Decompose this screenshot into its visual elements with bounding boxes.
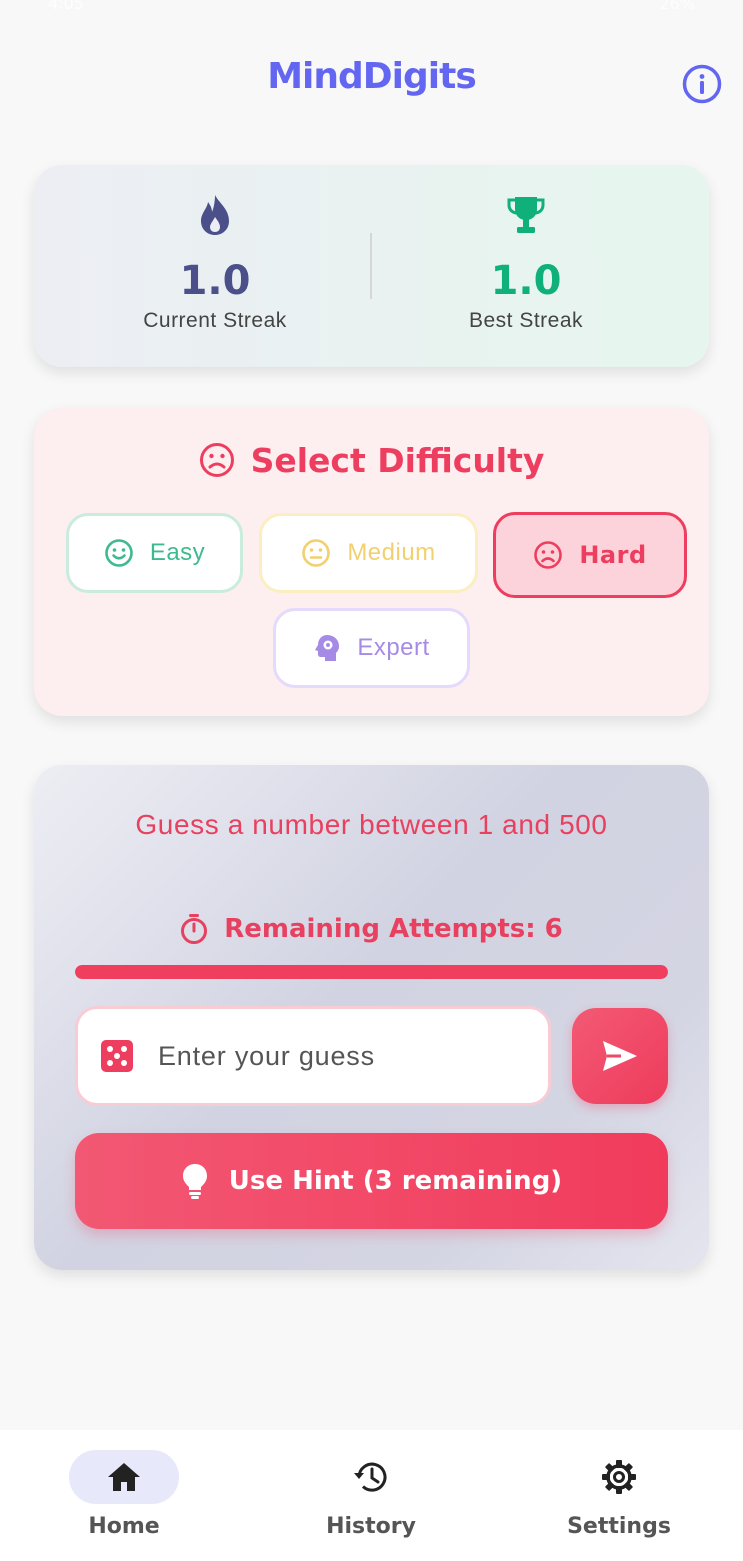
battery-level: 26%	[659, 0, 695, 13]
range-text: Guess a number between 1 and 500	[135, 809, 608, 840]
neutral-face-icon	[302, 539, 331, 567]
best-streak-value: 1.0	[490, 258, 562, 304]
nav-item-home[interactable]: Home	[44, 1450, 204, 1539]
use-hint-button[interactable]: Use Hint (3 remaining)	[75, 1133, 668, 1229]
best-streak-label: Best Streak	[468, 309, 584, 332]
nav-home-indicator	[69, 1450, 179, 1504]
difficulty-expert-label: Expert	[357, 634, 430, 661]
dice-icon	[101, 1040, 133, 1072]
sad-face-icon	[199, 443, 234, 477]
hint-label: Use Hint (3 remaining)	[228, 1166, 563, 1196]
difficulty-header: Select Difficulty	[34, 438, 709, 482]
current-streak: 1.0 Current Streak	[60, 193, 370, 333]
streak-card: 1.0 Current Streak 1.0 Best Streak	[34, 165, 709, 367]
home-icon	[108, 1463, 140, 1491]
remaining-attempts: Remaining Attempts: 6	[224, 914, 563, 944]
guess-input[interactable]	[158, 1040, 538, 1072]
timer-icon	[181, 914, 208, 944]
bottom-navigation: Home History Settings	[0, 1430, 743, 1561]
difficulty-medium-label: Medium	[347, 539, 436, 566]
lightbulb-icon	[182, 1164, 207, 1199]
flame-icon	[201, 195, 229, 235]
info-icon	[682, 64, 722, 104]
nav-home-label: Home	[88, 1514, 160, 1539]
nav-history-label: History	[326, 1514, 416, 1539]
difficulty-easy-button[interactable]: Easy	[66, 513, 243, 593]
attempts-progress-fill	[75, 965, 668, 979]
difficulty-card: Select Difficulty Easy Medium Hard Exper…	[34, 408, 709, 716]
current-streak-value: 1.0	[179, 258, 251, 304]
difficulty-expert-button[interactable]: Expert	[273, 608, 470, 688]
gear-icon	[602, 1460, 636, 1494]
smile-icon	[105, 539, 133, 567]
submit-guess-button[interactable]	[572, 1008, 668, 1104]
difficulty-hard-label: Hard	[579, 541, 647, 569]
nav-item-history[interactable]: History	[291, 1450, 451, 1539]
app-title: MindDigits	[267, 56, 477, 97]
guess-input-field[interactable]	[75, 1006, 551, 1106]
sad-face-icon	[534, 541, 563, 569]
difficulty-easy-label: Easy	[149, 539, 206, 566]
status-time: 4:05	[48, 0, 84, 13]
difficulty-title: Select Difficulty	[250, 440, 545, 480]
app-header: MindDigits	[0, 52, 743, 112]
history-icon	[354, 1462, 387, 1492]
nav-item-settings[interactable]: Settings	[539, 1450, 699, 1539]
trophy-icon	[507, 197, 545, 233]
attempts-progress-bar	[75, 965, 668, 979]
current-streak-label: Current Streak	[143, 309, 287, 332]
difficulty-hard-button[interactable]: Hard	[493, 512, 687, 598]
send-icon	[603, 1041, 637, 1071]
attempts-row: Remaining Attempts: 6	[34, 913, 709, 945]
info-button[interactable]	[682, 64, 722, 104]
best-streak: 1.0 Best Streak	[371, 193, 681, 333]
brain-gear-icon	[315, 635, 340, 661]
difficulty-medium-button[interactable]: Medium	[259, 513, 478, 593]
game-card: Guess a number between 1 and 500 Remaini…	[34, 765, 709, 1270]
status-bar: 4:05 26%	[0, 0, 743, 22]
nav-settings-label: Settings	[567, 1514, 671, 1539]
